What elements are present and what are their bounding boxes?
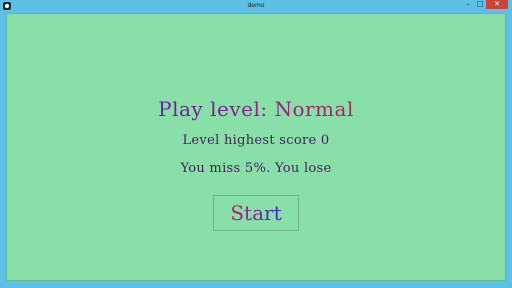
title-bar[interactable]: demo – □ ✕ (0, 0, 512, 12)
maximize-button[interactable]: □ (474, 0, 486, 9)
start-button-label: Start (230, 201, 282, 225)
highest-score-label: Level highest score 0 (182, 133, 330, 148)
app-window: demo – □ ✕ Play level: Normal Level high… (0, 0, 512, 288)
window-title: demo (247, 2, 265, 9)
result-status-label: You miss 5%. You lose (180, 161, 332, 176)
level-title: Play level: Normal (0, 96, 512, 122)
minimize-button[interactable]: – (462, 0, 474, 9)
close-button[interactable]: ✕ (486, 0, 508, 9)
level-title-text: Play level: Normal (158, 97, 354, 121)
window-controls: – □ ✕ (462, 0, 508, 10)
start-button[interactable]: Start (213, 195, 299, 231)
